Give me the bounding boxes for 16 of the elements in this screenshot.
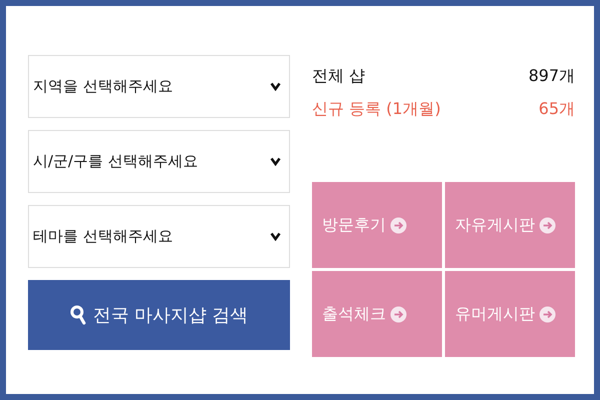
arrow-circle-icon — [539, 216, 556, 234]
chevron-down-icon — [270, 157, 281, 166]
chevron-down-icon — [270, 82, 281, 91]
chevron-down-icon — [270, 232, 281, 241]
arrow-circle-icon — [390, 216, 407, 234]
search-icon — [70, 305, 87, 325]
stat-value: 65개 — [538, 98, 575, 120]
dropdown-field[interactable]: 테마를 선택해주세요 — [28, 205, 290, 268]
stat-value: 897개 — [528, 65, 575, 87]
search-button[interactable]: 전국 마사지샵 검색 — [28, 280, 290, 350]
arrow-circle-icon — [390, 306, 407, 322]
dropdown-field[interactable]: 지역을 선택해주세요 — [28, 55, 290, 118]
stat-label: 전체 샵 — [312, 65, 366, 87]
dropdown-field[interactable]: 시/군/구를 선택해주세요 — [28, 130, 290, 193]
arrow-circle-icon — [539, 306, 556, 322]
stat-label: 신규 등록 (1개월) — [312, 98, 441, 120]
